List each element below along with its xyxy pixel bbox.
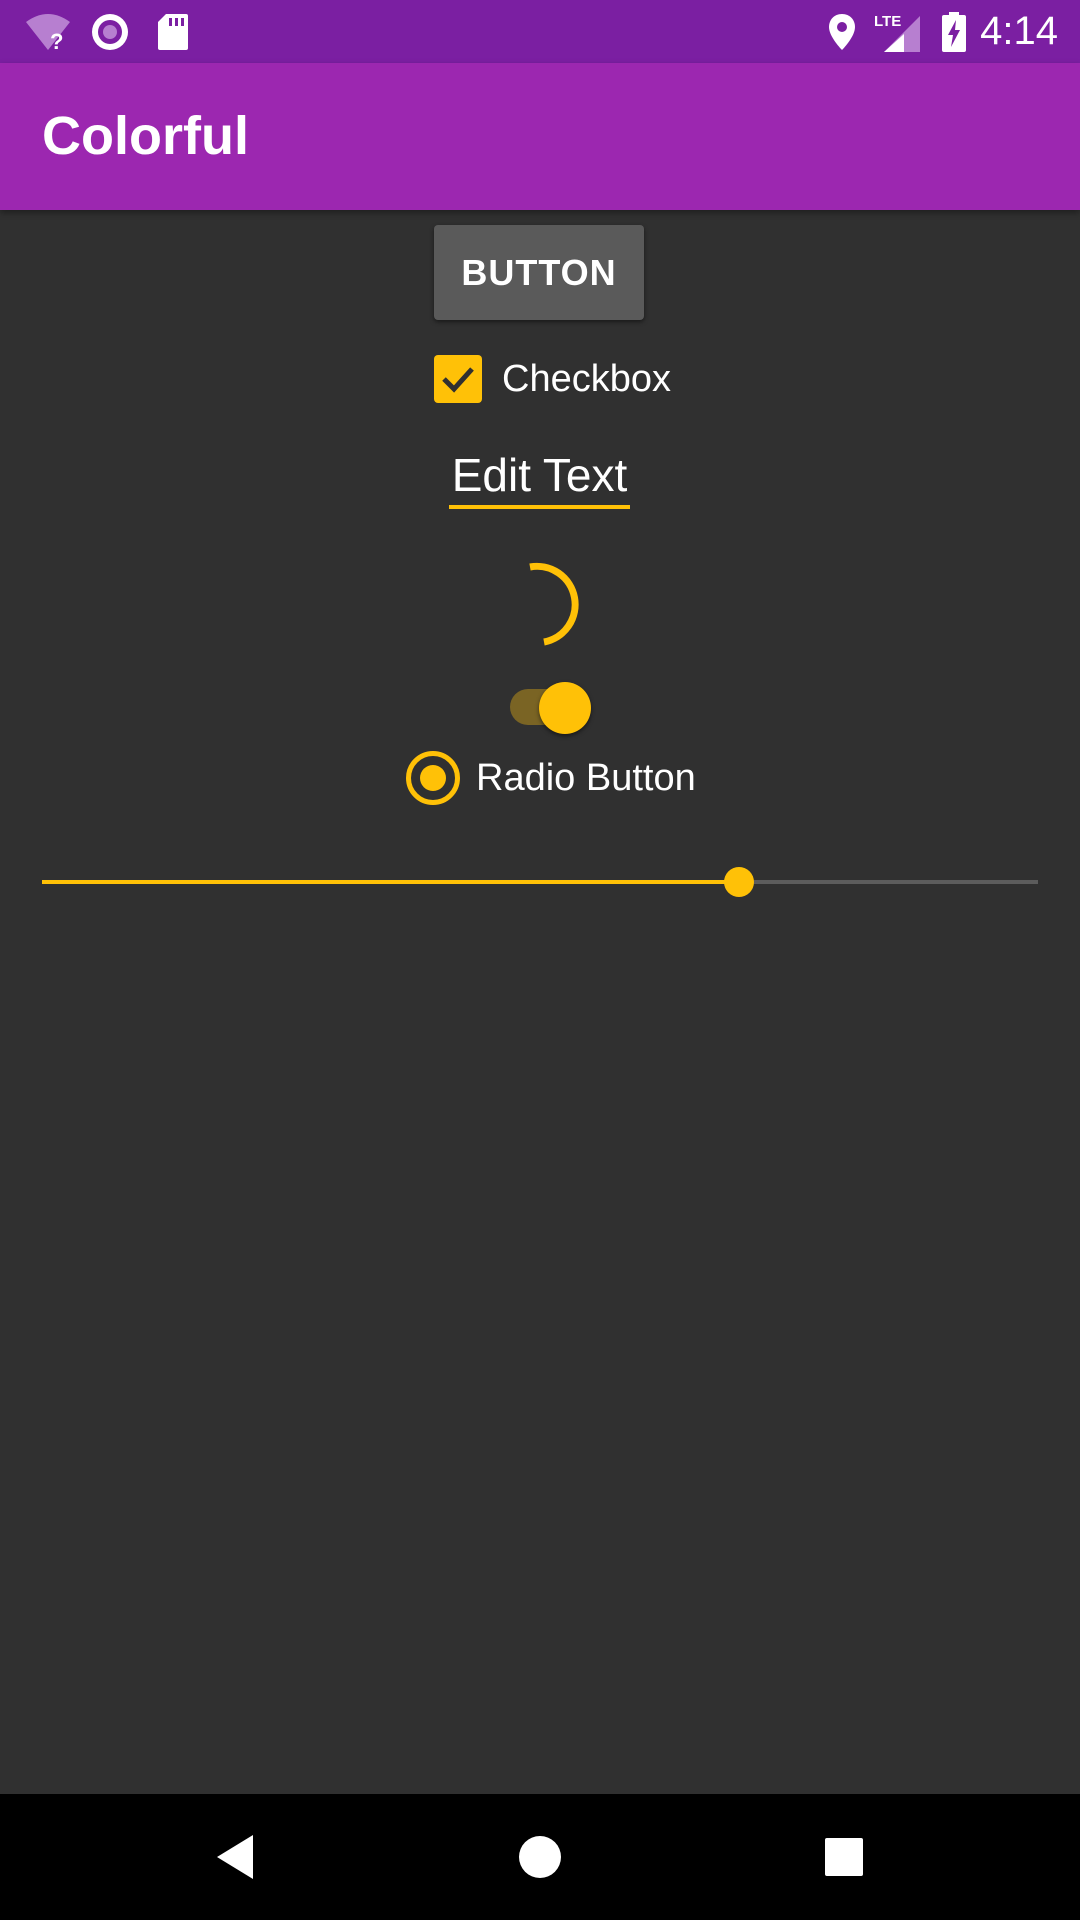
checkbox[interactable]: Checkbox bbox=[434, 353, 671, 405]
navigation-bar bbox=[0, 1794, 1080, 1920]
lte-label: LTE bbox=[874, 13, 901, 30]
switch-toggle[interactable] bbox=[505, 670, 595, 734]
home-button[interactable] bbox=[477, 1794, 603, 1920]
seekbar[interactable] bbox=[42, 830, 1038, 932]
radio-dot bbox=[420, 765, 446, 791]
sd-card-icon bbox=[156, 0, 190, 63]
lte-signal-icon: LTE bbox=[872, 0, 922, 63]
checkbox-box[interactable] bbox=[434, 355, 482, 403]
content-area: BUTTON Checkbox Radio Button bbox=[0, 210, 1080, 1794]
wifi-unknown-icon: ? bbox=[24, 0, 72, 63]
radio-button[interactable]: Radio Button bbox=[406, 750, 696, 806]
back-icon bbox=[217, 1835, 253, 1879]
recents-icon bbox=[825, 1838, 863, 1876]
recents-button[interactable] bbox=[781, 1794, 907, 1920]
status-time: 4:14 bbox=[980, 9, 1058, 53]
app-title: Colorful bbox=[42, 106, 249, 166]
radio-label: Radio Button bbox=[476, 756, 696, 799]
radio-circle[interactable] bbox=[406, 751, 460, 805]
seekbar-thumb[interactable] bbox=[724, 867, 755, 897]
location-icon bbox=[826, 0, 858, 63]
svg-text:?: ? bbox=[50, 29, 63, 52]
back-button[interactable] bbox=[172, 1794, 298, 1920]
checkbox-label: Checkbox bbox=[502, 357, 671, 400]
sync-circle-icon bbox=[90, 0, 130, 63]
progress-spinner bbox=[529, 562, 579, 646]
status-bar: ? LTE 4:14 bbox=[0, 0, 1080, 63]
button[interactable]: BUTTON bbox=[434, 225, 644, 320]
seekbar-progress bbox=[42, 880, 740, 884]
home-icon bbox=[519, 1836, 561, 1878]
checkmark-icon bbox=[442, 367, 474, 393]
switch-thumb[interactable] bbox=[539, 682, 591, 734]
app-bar: Colorful bbox=[0, 63, 1080, 210]
battery-charging-icon bbox=[940, 0, 968, 63]
edit-text-field[interactable] bbox=[449, 445, 630, 509]
